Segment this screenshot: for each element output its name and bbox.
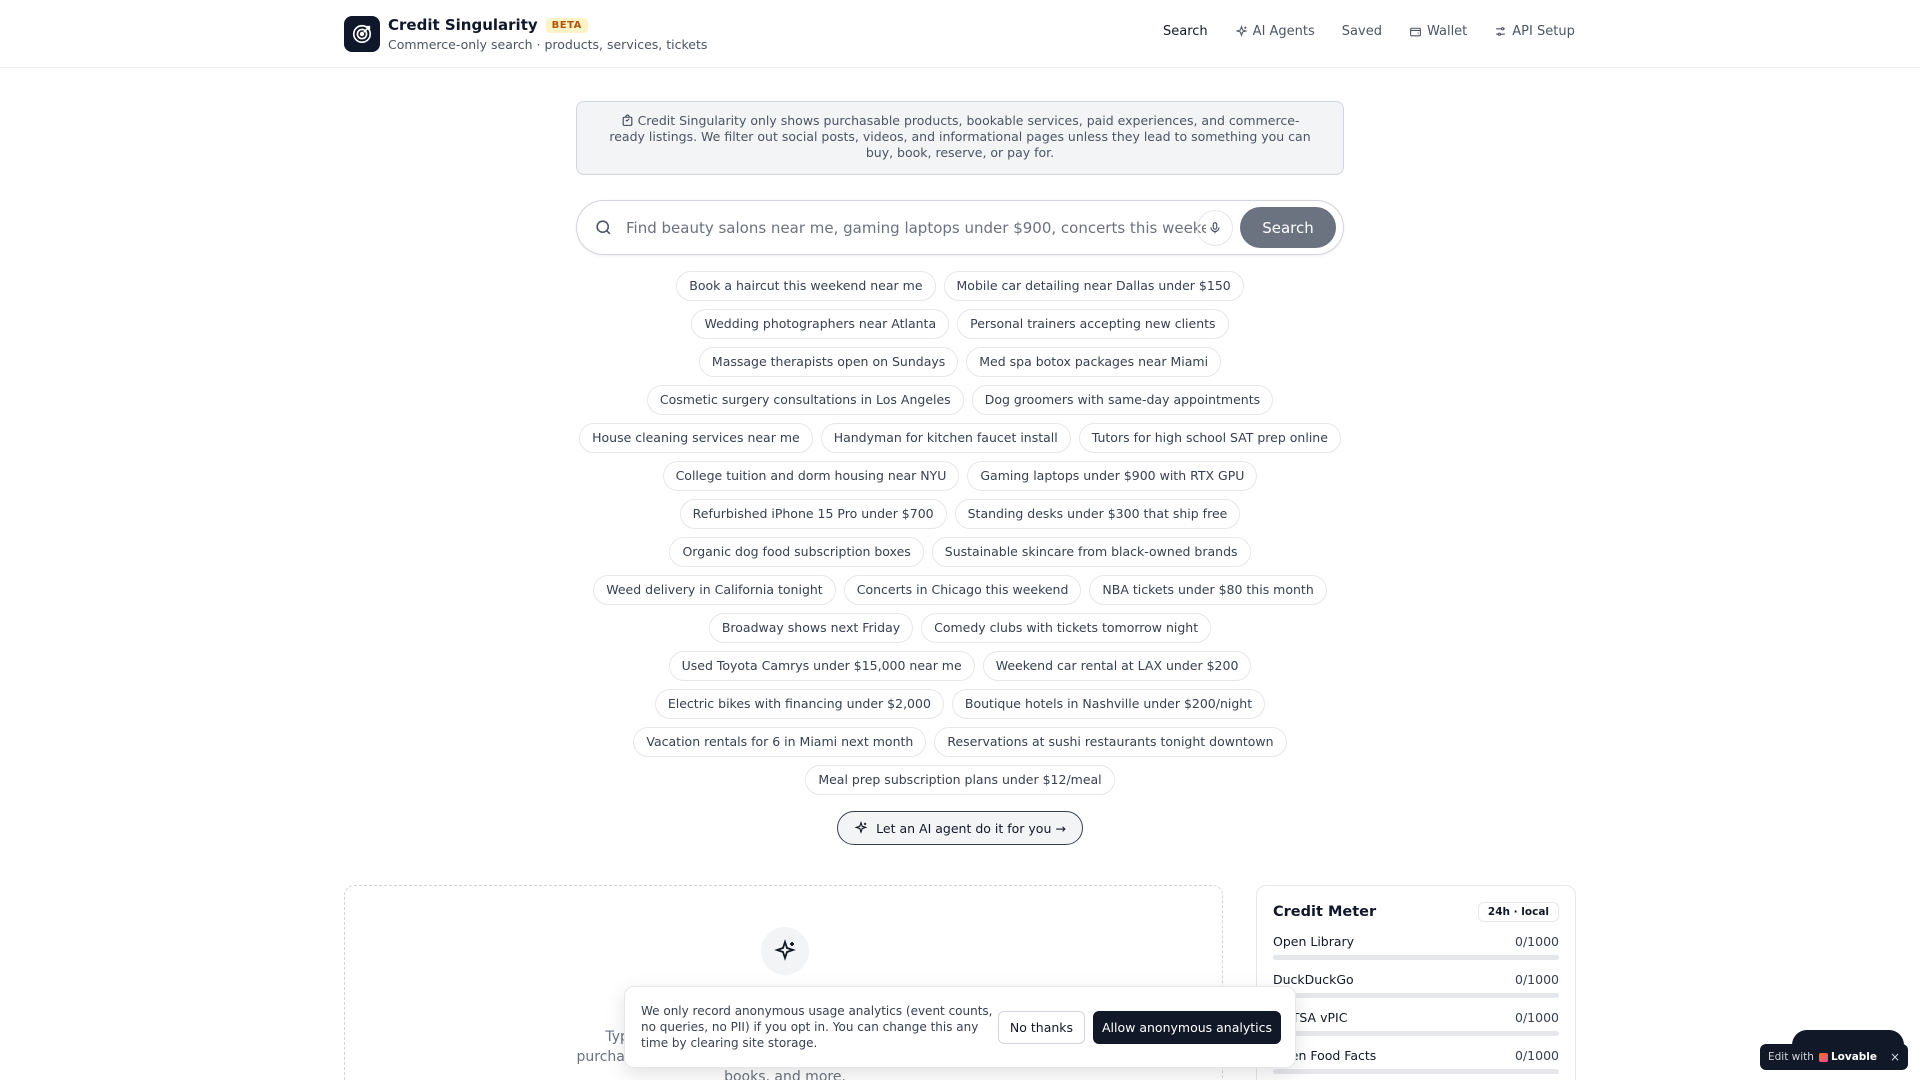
credit-meter-title: Credit Meter xyxy=(1273,904,1377,920)
analytics-consent-banner: We only record anonymous usage analytics… xyxy=(624,986,1296,1068)
suggestion-row: House cleaning services near me Handyman … xyxy=(576,423,1344,453)
brand-title: Credit Singularity xyxy=(388,16,538,34)
credit-meter-badge: 24h · local xyxy=(1477,902,1559,922)
sliders-icon xyxy=(1496,27,1506,36)
suggestion-row: Meal prep subscription plans under $12/m… xyxy=(576,765,1344,795)
decline-analytics-button[interactable]: No thanks xyxy=(998,1011,1085,1044)
suggestion-chip[interactable]: Used Toyota Camrys under $15,000 near me xyxy=(668,651,975,681)
suggestion-chips: Book a haircut this weekend near me Mobil… xyxy=(576,271,1344,803)
suggestion-row: Weed delivery in California tonight Conce… xyxy=(576,575,1344,605)
allow-analytics-button[interactable]: Allow anonymous analytics xyxy=(1093,1011,1281,1044)
meter-source-count: 0/1000 xyxy=(1515,1010,1559,1025)
suggestion-row: Broadway shows next Friday Comedy clubs w… xyxy=(576,613,1344,643)
suggestion-chip[interactable]: Gaming laptops under $900 with RTX GPU xyxy=(967,461,1258,491)
suggestion-chip[interactable]: Book a haircut this weekend near me xyxy=(676,271,936,301)
suggestion-chip[interactable]: Electric bikes with financing under $2,0… xyxy=(654,689,944,719)
close-icon[interactable]: × xyxy=(1890,1050,1900,1064)
suggestion-chip[interactable]: Reservations at sushi restaurants tonigh… xyxy=(934,727,1287,757)
meter-row: DuckDuckGo 0/1000 xyxy=(1273,972,1559,998)
search-button[interactable]: Search xyxy=(1240,207,1336,248)
logo-target-icon xyxy=(344,16,380,52)
suggestion-chip[interactable]: Personal trainers accepting new clients xyxy=(957,309,1229,339)
suggestion-chip[interactable]: Cosmetic surgery consultations in Los An… xyxy=(646,385,964,415)
suggestion-row: College tuition and dorm housing near NY… xyxy=(576,461,1344,491)
meter-source-count: 0/1000 xyxy=(1515,972,1559,987)
top-header: Credit Singularity BETA Commerce-only se… xyxy=(0,0,1920,68)
suggestion-chip[interactable]: Tutors for high school SAT prep online xyxy=(1078,423,1341,453)
nav-ai-agents[interactable]: AI Agents xyxy=(1235,24,1315,39)
notice-text: Credit Singularity only shows purchasabl… xyxy=(609,113,1311,160)
suggestion-chip[interactable]: College tuition and dorm housing near NY… xyxy=(662,461,960,491)
suggestion-chip[interactable]: NBA tickets under $80 this month xyxy=(1089,575,1327,605)
meter-progress-bar xyxy=(1273,993,1559,998)
microphone-icon xyxy=(1210,222,1220,234)
search-icon xyxy=(596,220,611,235)
suggestion-row: Cosmetic surgery consultations in Los An… xyxy=(576,385,1344,415)
suggestion-row: Refurbished iPhone 15 Pro under $700 Stan… xyxy=(576,499,1344,529)
sparkles-icon xyxy=(1235,25,1248,38)
brand[interactable]: Credit Singularity BETA Commerce-only se… xyxy=(344,16,707,52)
beta-badge: BETA xyxy=(545,17,588,33)
suggestion-chip[interactable]: Meal prep subscription plans under $12/m… xyxy=(805,765,1115,795)
suggestion-chip[interactable]: Organic dog food subscription boxes xyxy=(669,537,924,567)
meter-row: Open Food Facts 0/1000 xyxy=(1273,1048,1559,1074)
meter-source-count: 0/1000 xyxy=(1515,1048,1559,1063)
meter-source-name: DuckDuckGo xyxy=(1273,972,1354,987)
suggestion-row: Electric bikes with financing under $2,0… xyxy=(576,689,1344,719)
brand-subtitle: Commerce-only search · products, service… xyxy=(388,37,708,52)
suggestion-chip[interactable]: Broadway shows next Friday xyxy=(708,613,914,643)
wallet-icon xyxy=(1410,27,1421,37)
suggestion-chip[interactable]: Massage therapists open on Sundays xyxy=(698,347,959,377)
meter-progress-bar xyxy=(1273,955,1559,960)
search-input[interactable] xyxy=(626,211,1206,245)
shopping-bag-icon xyxy=(622,114,632,126)
suggestion-chip[interactable]: Weed delivery in California tonight xyxy=(593,575,836,605)
nav-api-setup[interactable]: API Setup xyxy=(1494,24,1575,39)
suggestion-chip[interactable]: Vacation rentals for 6 in Miami next mon… xyxy=(633,727,927,757)
voice-search-button[interactable] xyxy=(1197,210,1233,246)
suggestion-chip[interactable]: Boutique hotels in Nashville under $200/… xyxy=(951,689,1266,719)
suggestion-chip[interactable]: Med spa botox packages near Miami xyxy=(966,347,1222,377)
meter-row: Open Library 0/1000 xyxy=(1273,934,1559,960)
suggestion-chip[interactable]: House cleaning services near me xyxy=(579,423,813,453)
nav-wallet[interactable]: Wallet xyxy=(1409,24,1467,39)
ai-agent-button[interactable]: Let an AI agent do it for you → xyxy=(837,811,1083,845)
consent-text: We only record anonymous usage analytics… xyxy=(641,1004,993,1050)
suggestion-row: Used Toyota Camrys under $15,000 near me… xyxy=(576,651,1344,681)
search-bar: Search xyxy=(576,200,1344,255)
suggestion-chip[interactable]: Dog groomers with same-day appointments xyxy=(971,385,1274,415)
meter-source-count: 0/1000 xyxy=(1515,934,1559,949)
nav-saved[interactable]: Saved xyxy=(1342,24,1382,39)
suggestion-chip[interactable]: Refurbished iPhone 15 Pro under $700 xyxy=(679,499,947,529)
nav-search[interactable]: Search xyxy=(1163,24,1208,39)
suggestion-chip[interactable]: Concerts in Chicago this weekend xyxy=(843,575,1082,605)
sparkles-icon xyxy=(761,927,809,975)
suggestion-chip[interactable]: Sustainable skincare from black-owned br… xyxy=(931,537,1251,567)
main-nav: Search AI Agents Saved Wallet API Setup xyxy=(1163,24,1602,39)
suggestion-row: Book a haircut this weekend near me Mobil… xyxy=(576,271,1344,301)
meter-source-name: Open Library xyxy=(1273,934,1355,949)
suggestion-chip[interactable]: Comedy clubs with tickets tomorrow night xyxy=(921,613,1212,643)
meter-progress-bar xyxy=(1273,1031,1559,1036)
suggestion-chip[interactable]: Weekend car rental at LAX under $200 xyxy=(982,651,1252,681)
meter-row: NHTSA vPIC 0/1000 xyxy=(1273,1010,1559,1036)
suggestion-row: Wedding photographers near Atlanta Person… xyxy=(576,309,1344,339)
suggestion-chip[interactable]: Standing desks under $300 that ship free xyxy=(954,499,1241,529)
suggestion-row: Organic dog food subscription boxes Susta… xyxy=(576,537,1344,567)
meter-progress-bar xyxy=(1273,1069,1559,1074)
commerce-notice: Credit Singularity only shows purchasabl… xyxy=(576,101,1344,175)
suggestion-row: Massage therapists open on Sundays Med sp… xyxy=(576,347,1344,377)
suggestion-chip[interactable]: Mobile car detailing near Dallas under $… xyxy=(943,271,1244,301)
sparkles-icon xyxy=(854,821,868,834)
edit-with-lovable-badge[interactable]: Edit with Lovable × xyxy=(1760,1044,1908,1070)
suggestion-chip[interactable]: Wedding photographers near Atlanta xyxy=(691,309,950,339)
suggestion-chip[interactable]: Handyman for kitchen faucet install xyxy=(820,423,1071,453)
lovable-heart-icon xyxy=(1818,1052,1828,1062)
suggestion-row: Vacation rentals for 6 in Miami next mon… xyxy=(576,727,1344,757)
credit-meter: Credit Meter 24h · local Open Library 0/1… xyxy=(1256,885,1576,1080)
